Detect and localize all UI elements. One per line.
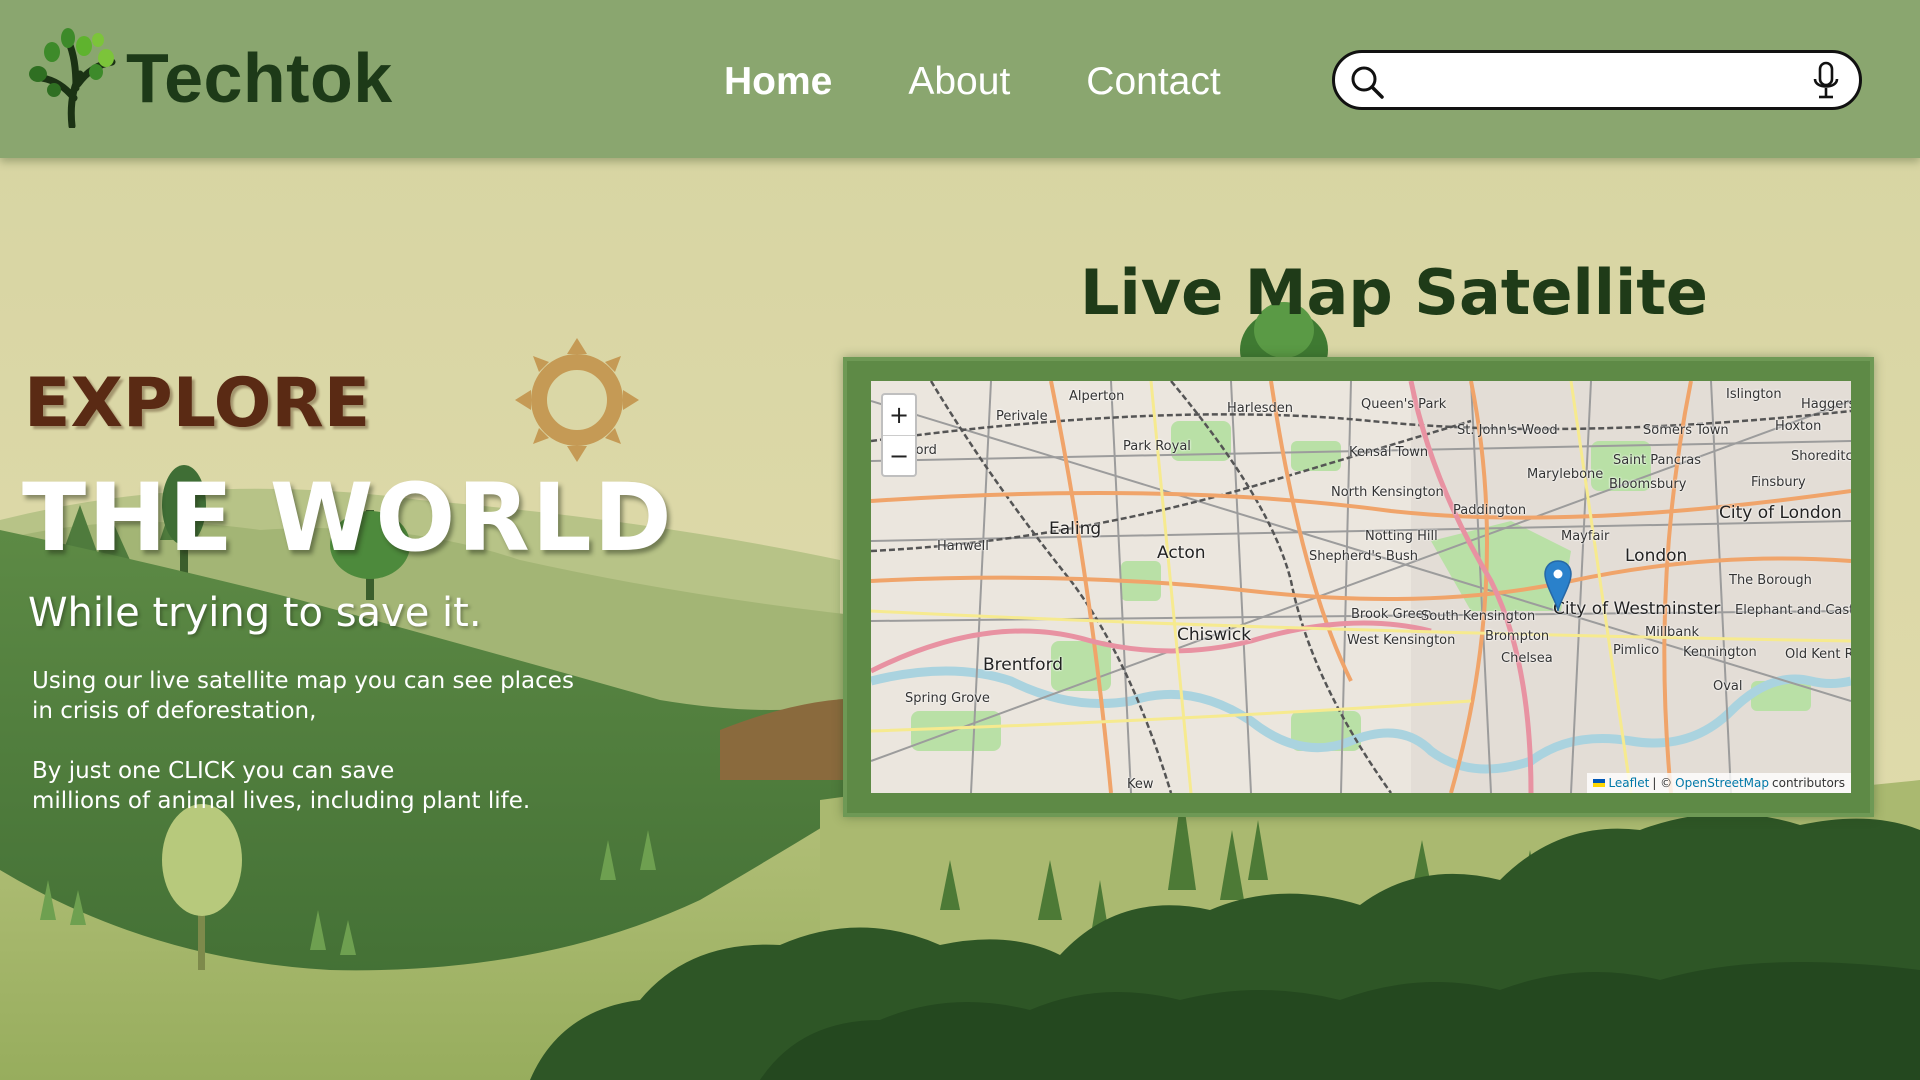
map-label: South Kensington — [1421, 609, 1536, 624]
map-label: Chiswick — [1177, 625, 1252, 645]
hero-paragraph-2: By just one CLICK you can save millions … — [32, 756, 652, 816]
attribution-suffix: contributors — [1772, 776, 1845, 790]
map-label: Acton — [1157, 543, 1206, 563]
microphone-icon[interactable] — [1811, 61, 1841, 101]
map-label: Hoxton — [1775, 419, 1822, 434]
attribution-separator: | © — [1652, 776, 1673, 790]
map-label: Pimlico — [1613, 643, 1660, 658]
map-tiles[interactable] — [871, 381, 1851, 793]
map-label: Spring Grove — [905, 691, 990, 706]
para1-line1: Using our live satellite map you can see… — [32, 668, 574, 694]
site-header: Techtok Home About Contact — [0, 0, 1920, 158]
ukraine-flag-icon — [1593, 779, 1606, 787]
map-label: Park Royal — [1123, 439, 1191, 454]
map-title: Live Map Satellite — [1080, 256, 1708, 329]
map-label: City of Westminster — [1553, 599, 1721, 619]
map-label: West Kensington — [1347, 633, 1456, 648]
map-attribution: Leaflet | © OpenStreetMap contributors — [1587, 773, 1851, 793]
logo[interactable]: Techtok — [24, 28, 393, 128]
map-label: Ealing — [1049, 519, 1102, 539]
zoom-out-button[interactable]: − — [883, 436, 915, 476]
map-label: Kennington — [1683, 645, 1757, 660]
map-label: Notting Hill — [1365, 529, 1438, 544]
map-label: North Kensington — [1331, 485, 1444, 500]
map-label: Brompton — [1485, 629, 1550, 644]
zoom-control: + − — [881, 393, 917, 477]
search-icon[interactable] — [1349, 64, 1385, 100]
map-label: Finsbury — [1751, 475, 1806, 490]
search-input[interactable] — [1401, 61, 1795, 101]
map-frame: + − Alperton Harlesden Queen's Park Isli… — [843, 357, 1874, 817]
map-label: Shepherd's Bush — [1309, 549, 1418, 564]
map-label: Queen's Park — [1361, 397, 1447, 412]
map-label: Perivale — [996, 409, 1048, 424]
map-label: Somers Town — [1643, 423, 1729, 438]
map-label: Haggerston — [1801, 397, 1851, 412]
map-label: Brook Green — [1351, 607, 1432, 622]
openstreetmap-link[interactable]: OpenStreetMap — [1675, 773, 1769, 793]
logo-text: Techtok — [126, 39, 393, 117]
main-nav: Home About Contact — [724, 60, 1221, 104]
map-label: Mayfair — [1561, 529, 1610, 544]
map-label: Kensal Town — [1349, 445, 1429, 460]
nav-home[interactable]: Home — [724, 60, 832, 104]
map-label: Chelsea — [1501, 651, 1553, 666]
map-label: St. John's Wood — [1457, 423, 1558, 438]
map-label: City of London — [1719, 503, 1842, 523]
tree-icon — [29, 28, 116, 128]
map-label: Elephant and Castle — [1735, 603, 1851, 618]
map-label: Kew — [1127, 777, 1154, 792]
hero-explore: EXPLORE — [24, 364, 371, 443]
search-bar — [1332, 50, 1862, 110]
map-label: Bloomsbury — [1609, 477, 1687, 492]
map-label: Saint Pancras — [1613, 453, 1701, 468]
map-label: Brentford — [983, 655, 1064, 675]
map-label: Islington — [1726, 387, 1782, 402]
map-label: Shoreditch — [1791, 449, 1851, 464]
map-marker-icon[interactable] — [1544, 559, 1572, 613]
hero-headline: THE WORLD — [22, 464, 674, 573]
map-label: The Borough — [1729, 573, 1812, 588]
leaflet-link[interactable]: Leaflet — [1608, 773, 1649, 793]
para2-line2: millions of animal lives, including plan… — [32, 788, 531, 814]
map-label: London — [1625, 546, 1688, 566]
map-label: Paddington — [1453, 503, 1527, 518]
nav-contact[interactable]: Contact — [1086, 60, 1220, 104]
map-label: Hanwell — [937, 539, 989, 554]
hero-tagline: While trying to save it. — [28, 590, 482, 636]
map-label: Millbank — [1645, 625, 1700, 640]
nav-about[interactable]: About — [908, 60, 1010, 104]
zoom-in-button[interactable]: + — [883, 395, 915, 436]
para1-line2: in crisis of deforestation, — [32, 698, 317, 724]
map-label: Marylebone — [1527, 467, 1604, 482]
map-label: Oval — [1713, 679, 1743, 694]
hero-paragraph-1: Using our live satellite map you can see… — [32, 666, 652, 726]
map-label: Alperton — [1069, 389, 1125, 404]
para2-line1: By just one CLICK you can save — [32, 758, 395, 784]
live-map[interactable]: + − Alperton Harlesden Queen's Park Isli… — [871, 381, 1851, 793]
map-label: Old Kent Ro — [1785, 647, 1851, 662]
map-label: Harlesden — [1227, 401, 1293, 416]
